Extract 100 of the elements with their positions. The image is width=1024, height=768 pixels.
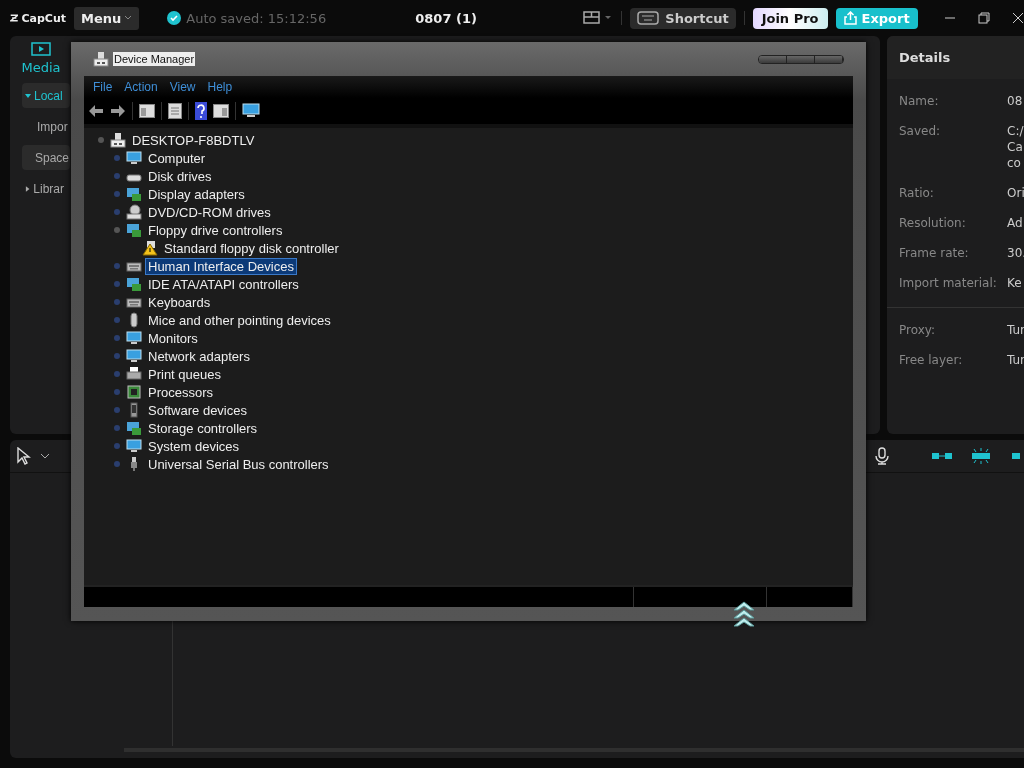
chevron-down-icon[interactable] (40, 452, 50, 460)
expander-icon[interactable] (112, 351, 122, 361)
tree-item[interactable]: Storage controllers (146, 420, 260, 436)
tree-item[interactable]: Processors (146, 384, 216, 400)
menu-item[interactable]: Help (202, 80, 238, 94)
select-cursor-icon[interactable] (16, 447, 32, 465)
menu-button[interactable]: Menu (74, 6, 140, 30)
detail-value: Ad (1007, 215, 1023, 231)
forward-arrow-icon[interactable] (110, 104, 126, 118)
expander-icon[interactable] (112, 423, 122, 433)
detail-label: Free layer: (899, 352, 964, 368)
detail-label: Saved: (899, 123, 942, 140)
expander-icon[interactable] (112, 153, 122, 163)
tree-item[interactable]: Monitors (146, 330, 200, 346)
media-nav-item[interactable]: Impor (22, 114, 70, 139)
media-tab[interactable]: Media (22, 40, 60, 75)
window-controls[interactable] (758, 54, 844, 64)
device-icon (142, 240, 158, 256)
details-title: Details (887, 36, 1024, 79)
expander-icon[interactable] (112, 441, 122, 451)
restore-icon[interactable] (977, 12, 990, 24)
action-pane-icon[interactable] (213, 104, 229, 118)
expander-icon[interactable] (112, 171, 122, 181)
device-icon (126, 384, 142, 400)
expander-icon[interactable] (112, 279, 122, 289)
tree-item[interactable]: Disk drives (146, 168, 214, 184)
tree-item[interactable]: Universal Serial Bus controllers (146, 456, 331, 472)
tree-item[interactable]: Computer (146, 150, 208, 166)
shortcut-button[interactable]: Shortcut (630, 7, 736, 29)
expander-icon[interactable] (112, 207, 122, 217)
device-icon (126, 420, 142, 436)
device-icon (126, 276, 142, 292)
detail-value: co (1007, 155, 1022, 171)
expander-icon[interactable] (112, 405, 122, 415)
expander-icon[interactable] (112, 387, 122, 397)
caret-icon (25, 185, 31, 192)
console-tree-icon[interactable] (139, 104, 155, 118)
tree-item[interactable]: Software devices (146, 402, 249, 418)
expander-icon[interactable] (112, 189, 122, 199)
expander-icon[interactable] (112, 459, 122, 469)
detail-value: Ca (1007, 139, 1024, 155)
tree-item[interactable]: Human Interface Devices (146, 258, 296, 274)
join-pro-button[interactable]: Join Pro (752, 7, 828, 29)
play-icon (31, 42, 51, 58)
detail-value: C:/ (1007, 123, 1024, 139)
device-icon (126, 150, 142, 166)
expander-icon[interactable] (112, 297, 122, 307)
computer-icon (93, 50, 109, 68)
tree-item[interactable]: Floppy drive controllers (146, 222, 285, 238)
expander-icon[interactable] (96, 135, 106, 145)
keyboard-icon (637, 11, 660, 25)
tree-item[interactable]: Keyboards (146, 294, 213, 310)
app-logo: CapCut (10, 11, 66, 25)
detail-label: Proxy: (899, 322, 937, 338)
device-icon (126, 348, 142, 364)
tree-item[interactable]: DESKTOP-F8BDTLV (130, 132, 257, 148)
window-title: Device Manager (113, 52, 196, 66)
share-icon (843, 11, 857, 25)
tree-item[interactable]: IDE ATA/ATAPI controllers (146, 276, 301, 292)
detail-label: Resolution: (899, 215, 967, 231)
expander-icon[interactable] (112, 315, 122, 325)
project-title: 0807 (1) (415, 10, 478, 26)
monitor-icon[interactable] (242, 103, 260, 119)
device-icon (126, 222, 142, 238)
tree-item[interactable]: Print queues (146, 366, 223, 382)
detail-value: Ori (1007, 185, 1024, 201)
close-icon[interactable] (1011, 12, 1024, 24)
detail-value: 30. (1007, 245, 1024, 261)
detail-value: Ke (1007, 275, 1022, 291)
tree-item[interactable]: System devices (146, 438, 242, 454)
expander-icon[interactable] (112, 369, 122, 379)
expander-icon[interactable] (112, 225, 122, 235)
magnet-snap-icon[interactable] (970, 447, 992, 465)
menu-item[interactable]: View (164, 80, 201, 94)
link-clips-icon[interactable] (931, 450, 953, 462)
detail-label: Ratio: (899, 185, 935, 201)
caret-icon (124, 15, 133, 21)
help-icon[interactable] (195, 102, 207, 120)
autosave-status: Auto saved: 15:12:56 (186, 10, 327, 26)
caret-icon (25, 92, 31, 99)
menu-item[interactable]: Action (119, 80, 163, 94)
media-nav-item[interactable]: Librar (22, 176, 70, 201)
properties-icon[interactable] (168, 103, 182, 119)
expander-icon[interactable] (112, 261, 122, 271)
media-nav-item[interactable]: Local (22, 83, 70, 108)
tree-item[interactable]: DVD/CD-ROM drives (146, 204, 273, 220)
menu-item[interactable]: File (88, 80, 118, 94)
layout-icon[interactable] (583, 11, 614, 25)
device-icon (126, 204, 142, 220)
tree-item[interactable]: Mice and other pointing devices (146, 312, 333, 328)
back-arrow-icon[interactable] (88, 104, 104, 118)
microphone-icon[interactable] (874, 447, 890, 465)
tree-item[interactable]: Network adapters (146, 348, 252, 364)
tree-item[interactable]: Display adapters (146, 186, 247, 202)
expander-icon[interactable] (112, 333, 122, 343)
device-icon (126, 186, 142, 202)
media-nav-item[interactable]: Space (22, 145, 70, 170)
tree-item[interactable]: Standard floppy disk controller (162, 240, 341, 256)
device-icon (126, 366, 142, 382)
detail-value: 08 (1007, 93, 1023, 109)
